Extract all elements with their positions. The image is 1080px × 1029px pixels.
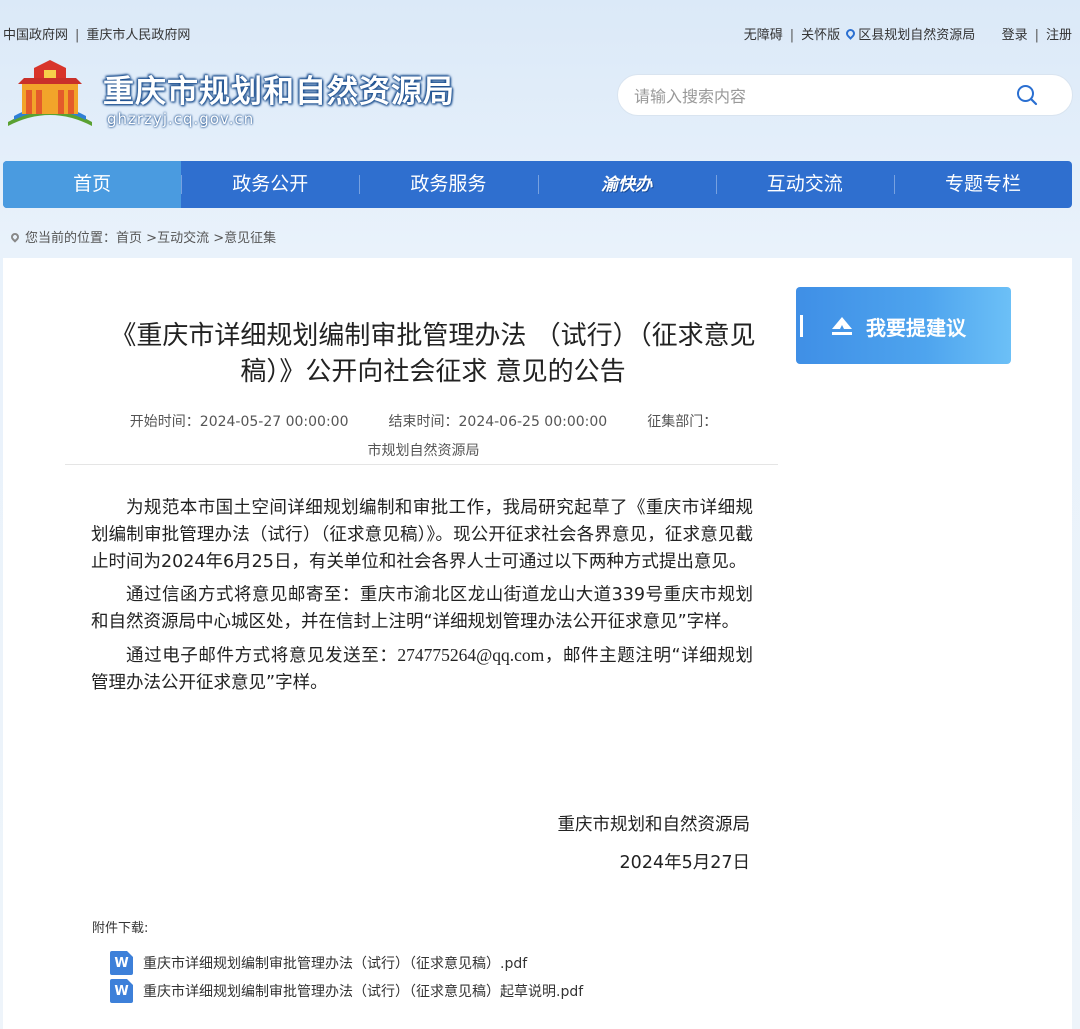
paper-plane-icon [832,317,852,335]
site-title[interactable]: 重庆市规划和自然资源局 [103,66,455,111]
care-mode-link[interactable]: 关怀版 [801,24,840,43]
register-link[interactable]: 注册 [1046,24,1072,43]
suggest-button-label: 我要提建议 [866,316,966,340]
signature: 重庆市规划和自然资源局 2024年5月27日 [558,806,751,882]
nav-government-services[interactable]: 政务服务 [359,161,537,208]
nav-interaction[interactable]: 互动交流 [715,161,894,208]
article-body: 为规范本市国土空间详细规划编制和审批工作，我局研究起草了《重庆市详细规划编制审批… [91,495,753,703]
attachment-item[interactable]: W 重庆市详细规划编制审批管理办法（试行）（征求意见稿）.pdf [110,951,710,975]
separator: | [1034,28,1039,43]
site-domain: ghzrzyj.cq.gov.cn [107,110,255,128]
breadcrumb-sep: > [209,231,225,246]
word-file-icon: W [110,951,133,975]
top-bar: 中国政府网 | 重庆市人民政府网 无障碍 | 关怀版 区县规划自然资源局 登录 | 注册 [0,22,1080,44]
search-box[interactable] [617,74,1073,116]
attachment-item[interactable]: W 重庆市详细规划编制审批管理办法（试行）（征求意见稿）起草说明.pdf [110,979,710,1003]
bureau-logo[interactable] [4,58,96,130]
breadcrumb-home[interactable]: 首页 [116,231,142,246]
button-accent-bar [800,315,803,337]
separator: | [75,28,80,43]
breadcrumb-opinion[interactable]: 意见征集 [224,231,276,246]
start-time: 开始时间：2024-05-27 00:00:00 [129,414,349,430]
suggest-button[interactable]: 我要提建议 [796,287,1011,364]
link-chongqing-gov[interactable]: 重庆市人民政府网 [86,24,190,43]
article-title: 《重庆市详细规划编制审批管理办法 （试行）（征求意见稿）》公开向社会征求 意见的… [110,321,756,387]
divider [65,464,778,465]
breadcrumb-sep: > [142,231,158,246]
location-pin-icon [9,231,21,243]
department: 市规划自然资源局 [367,443,480,459]
separator: | [789,28,795,43]
article-card: 《重庆市详细规划编制审批管理办法 （试行）（征求意见稿）》公开向社会征求 意见的… [3,258,1072,1029]
word-file-icon: W [110,979,133,1003]
login-link[interactable]: 登录 [1002,24,1028,43]
nav-special-topics[interactable]: 专题专栏 [893,161,1072,208]
search-input[interactable] [634,84,994,108]
breadcrumb: 您当前的位置：首页 >互动交流 >意见征集 [9,227,276,246]
end-time: 结束时间：2024-06-25 00:00:00 [388,414,608,430]
p3-text: 通过电子邮件方式将意见发送至： [126,646,398,666]
article-meta: 开始时间：2024-05-27 00:00:00 结束时间：2024-06-25 … [66,408,781,466]
paragraph: 为规范本市国土空间详细规划编制和审批工作，我局研究起草了《重庆市详细规划编制审批… [91,498,753,572]
district-bureau-link[interactable]: 区县规划自然资源局 [858,24,975,43]
nav-yukuaiban[interactable]: 渝快办 [537,161,716,208]
main-nav: 首页 政务公开 政务服务 渝快办 互动交流 专题专栏 [3,161,1072,208]
nav-home[interactable]: 首页 [3,161,182,208]
email-address[interactable]: 274775264@qq.com [397,645,544,665]
paragraph: 通过信函方式将意见邮寄至：重庆市渝北区龙山街道龙山大道339号重庆市规划和自然资… [91,585,753,632]
sign-org: 重庆市规划和自然资源局 [557,815,751,835]
breadcrumb-interaction[interactable]: 互动交流 [157,231,209,246]
breadcrumb-prefix: 您当前的位置： [25,231,117,246]
attachments-label: 附件下载: [92,921,149,936]
search-icon[interactable] [1016,84,1038,106]
sign-date: 2024年5月27日 [619,853,750,873]
attachment-link[interactable]: 重庆市详细规划编制审批管理办法（试行）（征求意见稿）.pdf [143,953,527,973]
paragraph: 通过电子邮件方式将意见发送至：274775264@qq.com，邮件主题注明“详… [91,642,753,697]
department-label: 征集部门： [647,414,718,430]
attachment-link[interactable]: 重庆市详细规划编制审批管理办法（试行）（征求意见稿）起草说明.pdf [143,981,583,1001]
location-pin-icon [844,27,858,40]
accessibility-link[interactable]: 无障碍 [744,24,783,43]
yukuaiban-logo: 渝快办 [601,175,653,195]
nav-government-affairs[interactable]: 政务公开 [181,161,359,208]
link-china-gov[interactable]: 中国政府网 [3,24,68,43]
